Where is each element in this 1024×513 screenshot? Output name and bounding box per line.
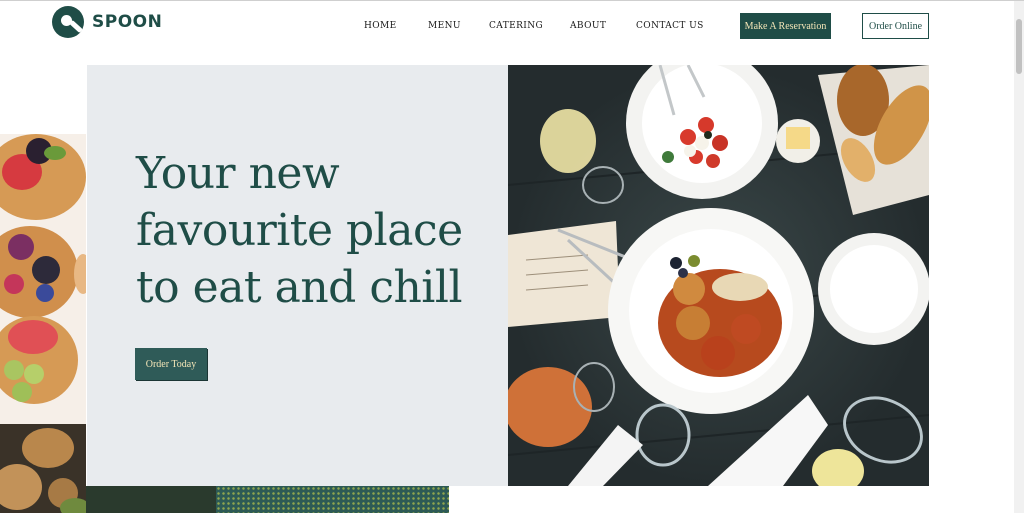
scrollbar-thumb[interactable] — [1016, 19, 1022, 74]
page-scrollbar[interactable] — [1014, 1, 1024, 513]
hero-title-line-1: Your new — [136, 148, 340, 199]
nav-item-menu[interactable]: MENU — [428, 21, 461, 31]
top-border — [0, 0, 1024, 1]
make-reservation-button[interactable]: Make A Reservation — [740, 13, 831, 39]
brand-logo[interactable]: SPOON — [52, 6, 162, 38]
order-today-button[interactable]: Order Today — [135, 348, 207, 380]
hero-food-image — [508, 65, 929, 486]
bottom-image-texture — [216, 486, 449, 513]
bottom-image-dark — [86, 486, 216, 513]
pastry-image — [0, 134, 86, 424]
cookies-image — [0, 424, 86, 513]
nav-item-home[interactable]: HOME — [364, 21, 397, 31]
hero-title-line-2: favourite place — [136, 205, 463, 256]
order-online-button[interactable]: Order Online — [862, 13, 929, 39]
nav-item-about[interactable]: ABOUT — [570, 21, 606, 31]
nav-item-contact[interactable]: CONTACT US — [636, 21, 704, 31]
food-photo-illustration — [508, 65, 929, 486]
hero-title-line-3: to eat and chill — [136, 262, 463, 313]
spoon-logo-icon — [52, 6, 84, 38]
brand-name: SPOON — [92, 12, 163, 32]
nav-item-catering[interactable]: CATERING — [489, 21, 543, 31]
hero-panel: Your new favourite place to eat and chil… — [87, 65, 508, 486]
hero-title: Your new favourite place to eat and chil… — [136, 145, 496, 316]
